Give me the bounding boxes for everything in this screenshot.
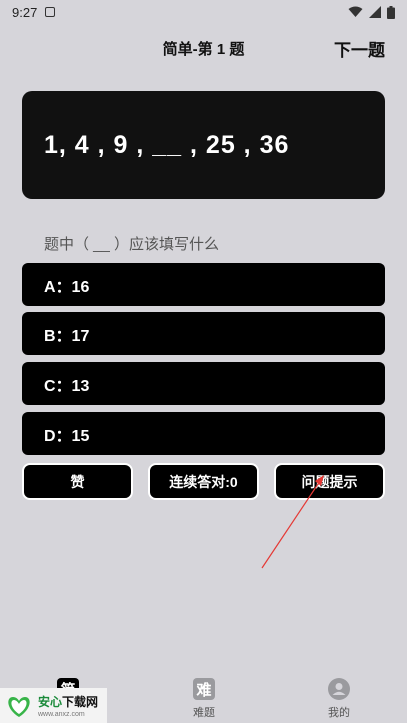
option-label: C：13: [44, 377, 90, 395]
question-card: 1, 4 , 9 , __ , 25 , 36: [22, 91, 385, 199]
status-bar: 9:27: [0, 0, 407, 24]
tab-hard[interactable]: 难 难题: [164, 672, 244, 720]
hint-button[interactable]: 问题提示: [274, 463, 385, 500]
tab-label: 我的: [328, 707, 350, 719]
like-label: 赞: [70, 473, 85, 490]
watermark: 安心下载网 www.anxz.com: [0, 688, 107, 723]
header: 简单-第 1 题 下一题: [0, 34, 407, 62]
hard-tab-icon: 难: [193, 678, 215, 700]
watermark-title: 安心下载网: [38, 695, 99, 709]
battery-icon: [387, 5, 395, 19]
watermark-subtitle: www.anxz.com: [38, 711, 85, 718]
streak-counter-button[interactable]: 连续答对:0: [148, 463, 259, 500]
option-label: B：17: [44, 327, 90, 345]
hint-label: 问题提示: [301, 473, 358, 490]
option-c-button[interactable]: C：13: [22, 362, 385, 405]
option-a-button[interactable]: A：16: [22, 263, 385, 306]
number-sequence: 1, 4 , 9 , __ , 25 , 36: [44, 130, 290, 159]
option-label: D：15: [44, 427, 90, 445]
option-b-button[interactable]: B：17: [22, 312, 385, 355]
tab-label: 难题: [193, 707, 215, 719]
question-prompt: 题中（ __ ）应该填写什么: [44, 236, 220, 253]
next-question-button[interactable]: 下一题: [334, 36, 385, 61]
wifi-icon: [348, 6, 363, 17]
signal-icon: [369, 6, 381, 18]
option-label: A：16: [44, 278, 90, 296]
option-d-button[interactable]: D：15: [22, 412, 385, 455]
like-button[interactable]: 赞: [22, 463, 133, 500]
status-time: 9:27: [12, 4, 38, 20]
watermark-logo-icon: [8, 696, 30, 717]
tab-profile[interactable]: 我的: [299, 672, 379, 720]
notification-icon: [45, 7, 56, 17]
streak-label: 连续答对:0: [169, 473, 238, 490]
person-icon: [328, 678, 350, 700]
